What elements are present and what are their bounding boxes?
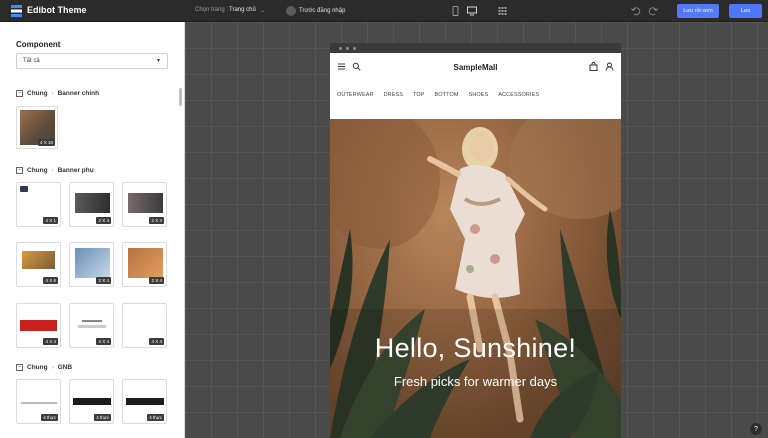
component-thumbnail[interactable]: 4 X 4	[16, 303, 61, 348]
size-badge: 4 X 4	[149, 338, 164, 345]
section-group: Chung	[27, 167, 48, 174]
section-name: Banner phụ	[57, 167, 94, 174]
thumbnail-image	[78, 325, 106, 328]
window-dot-icon	[353, 47, 356, 50]
section-group: Chung	[27, 364, 48, 371]
help-button[interactable]: ?	[750, 423, 762, 435]
save-button[interactable]: Lưu	[729, 4, 762, 18]
component-thumbnail[interactable]: 4 X 4	[69, 303, 114, 348]
size-badge: 4 thực	[147, 414, 164, 421]
thumbnail-image	[82, 320, 102, 322]
component-thumbnail[interactable]: 4 X 4	[122, 303, 167, 348]
preview-login-toggle[interactable]: Trước đăng nhập	[285, 5, 349, 17]
collapse-icon[interactable]: −	[16, 90, 23, 97]
chevron-right-icon: ›	[51, 364, 54, 371]
hero-title: Hello, Sunshine!	[374, 333, 577, 363]
hero-banner[interactable]: Hello, Sunshine! Fresh picks for warmer …	[330, 119, 621, 438]
user-icon[interactable]	[605, 62, 614, 71]
thumbnail-image	[126, 398, 164, 405]
size-badge: 2 X 4	[149, 277, 164, 284]
collapse-icon[interactable]: −	[16, 167, 23, 174]
component-thumbnail[interactable]: 4 X 6	[16, 242, 61, 287]
shop-category-nav: OUTERWEAR DRESS TOP BOTTOM SHOES ACCESSO…	[330, 79, 621, 119]
section-header-banner-sub[interactable]: − Chung › Banner phụ	[16, 167, 94, 174]
hero-photo	[330, 119, 621, 438]
nav-item-shoes[interactable]: SHOES	[469, 92, 489, 119]
thumbnail-image	[20, 320, 57, 331]
section-group: Chung	[27, 90, 48, 97]
component-thumbnail[interactable]: 4 X 1	[16, 182, 61, 227]
component-thumbnail[interactable]: 4 X 10	[16, 106, 58, 149]
nav-item-dress[interactable]: DRESS	[384, 92, 403, 119]
nav-item-outerwear[interactable]: OUTERWEAR	[337, 92, 374, 119]
preview-login-label: Trước đăng nhập	[299, 8, 346, 14]
component-thumbnail[interactable]: 2 X 4	[69, 242, 114, 287]
app-title: Edibot Theme	[27, 5, 87, 15]
chevron-down-icon[interactable]: ⌄	[260, 7, 265, 14]
thumbnail-image	[128, 193, 163, 213]
component-filter-select[interactable]: Tất cả ▼	[16, 53, 168, 69]
nav-item-bottom[interactable]: BOTTOM	[435, 92, 459, 119]
redo-icon[interactable]	[648, 6, 658, 16]
toggle-knob-icon	[286, 6, 296, 16]
undo-icon[interactable]	[631, 6, 641, 16]
page-select-label: Chọn trang :	[195, 7, 229, 13]
mobile-view-icon[interactable]	[451, 6, 460, 16]
top-toolbar: Edibot Theme Chọn trang : Trang chủ ⌄ Tr…	[0, 0, 768, 22]
thumbnail-image	[75, 248, 110, 278]
thumbnail-image	[128, 248, 163, 278]
caret-down-icon: ▼	[156, 58, 161, 64]
nav-item-accessories[interactable]: ACCESSORIES	[498, 92, 539, 119]
size-badge: 4 thực	[41, 414, 58, 421]
thumbnail-image	[21, 402, 57, 404]
scrollbar[interactable]	[179, 88, 182, 106]
chevron-right-icon: ›	[51, 90, 54, 97]
section-header-banner-main[interactable]: − Chung › Banner chính	[16, 90, 99, 97]
collapse-icon[interactable]: −	[16, 364, 23, 371]
preview-window-bar	[330, 43, 621, 53]
size-badge: 2 X 4	[149, 217, 164, 224]
panel-title: Component	[16, 40, 61, 49]
section-name: GNB	[57, 364, 73, 371]
section-name: Banner chính	[57, 90, 100, 97]
component-thumbnail[interactable]: 2 X 4	[122, 182, 167, 227]
mobile-preview-frame[interactable]: SampleMall OUTERWEAR DRESS TOP BOTTOM SH…	[330, 43, 621, 438]
desktop-view-icon[interactable]	[467, 6, 477, 16]
shop-header: SampleMall	[330, 53, 621, 79]
nav-item-top[interactable]: TOP	[413, 92, 425, 119]
save-and-view-button[interactable]: Lưu rồi xem	[677, 4, 719, 18]
component-thumbnail[interactable]: 4 thực	[69, 379, 114, 424]
window-dot-icon	[339, 47, 342, 50]
size-badge: 2 X 4	[96, 277, 111, 284]
edibot-logo-icon	[11, 5, 22, 17]
thumbnail-image	[22, 251, 55, 269]
component-thumbnail[interactable]: 2 X 4	[69, 182, 114, 227]
size-badge: 2 X 4	[96, 217, 111, 224]
chevron-right-icon: ›	[51, 167, 54, 174]
shop-name[interactable]: SampleMall	[330, 63, 621, 72]
page-select[interactable]: Trang chủ	[229, 7, 256, 13]
thumbnail-image	[73, 398, 111, 405]
size-badge: 4 X 4	[43, 338, 58, 345]
component-thumbnail[interactable]: 4 thực	[16, 379, 61, 424]
hero-subtitle: Fresh picks for warmer days	[393, 374, 558, 389]
component-panel: Component Tất cả ▼ − Chung › Banner chín…	[0, 22, 185, 438]
component-thumbnail[interactable]: 2 X 4	[122, 242, 167, 287]
size-badge: 4 X 1	[43, 217, 58, 224]
grid-view-icon[interactable]	[498, 6, 507, 16]
thumbnail-image	[20, 186, 28, 192]
component-thumbnail[interactable]: 4 thực	[122, 379, 167, 424]
size-badge: 4 X 10	[37, 139, 55, 146]
section-header-gnb[interactable]: − Chung › GNB	[16, 364, 72, 371]
filter-value: Tất cả	[23, 58, 40, 64]
size-badge: 4 X 4	[96, 338, 111, 345]
window-dot-icon	[346, 47, 349, 50]
size-badge: 4 X 6	[43, 277, 58, 284]
shopping-bag-icon[interactable]	[589, 62, 598, 71]
size-badge: 4 thực	[94, 414, 111, 421]
thumbnail-image	[75, 193, 110, 213]
